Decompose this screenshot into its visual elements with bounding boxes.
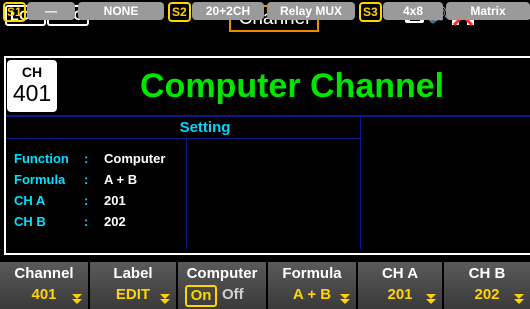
grid-divider: [360, 117, 361, 249]
softkey-formula[interactable]: Formula A + B: [268, 262, 358, 309]
toggle-off-option[interactable]: Off: [222, 286, 244, 304]
slot3-type: 4x8: [383, 2, 443, 20]
channel-number-box: CH 401: [7, 60, 57, 112]
softkey-label: Computer: [186, 265, 258, 282]
setting-sep: :: [84, 193, 89, 208]
toggle-on-option[interactable]: On: [185, 285, 217, 307]
setting-sep: :: [84, 151, 89, 166]
chevron-down-icon: [514, 294, 524, 304]
softkey-label: CH A: [381, 265, 419, 282]
setting-value: 202: [104, 214, 126, 229]
softkey-label: Label: [113, 265, 153, 282]
slot-tag-s3: S3: [359, 2, 382, 22]
setting-value: A + B: [104, 172, 138, 187]
slot2-type: 20+2CH: [192, 2, 264, 20]
setting-sep: :: [84, 172, 89, 187]
chevron-down-icon: [72, 294, 82, 304]
slot-bar: [0, 34, 530, 54]
setting-value: Computer: [104, 151, 166, 166]
slot1-type: —: [27, 2, 75, 20]
slot3-module: Matrix: [446, 2, 530, 20]
softkey-label: Channel: [14, 265, 74, 282]
setting-sep: :: [84, 214, 89, 229]
chevron-down-icon: [340, 294, 350, 304]
grid-divider: [6, 138, 360, 139]
setting-header: Setting: [179, 119, 231, 136]
setting-key: Function: [14, 151, 69, 166]
grid-divider: [186, 138, 187, 249]
setting-key: CH A: [14, 193, 46, 208]
setting-key: CH B: [14, 214, 46, 229]
softkey-ch-a[interactable]: CH A 201: [358, 262, 444, 309]
softkey-channel[interactable]: Channel 401: [0, 262, 90, 309]
chevron-down-icon: [426, 294, 436, 304]
softkey-computer-toggle[interactable]: Computer On Off: [178, 262, 268, 309]
slot2-module: Relay MUX: [267, 2, 355, 20]
channel-title: Computer Channel: [140, 67, 445, 105]
softkey-label-edit[interactable]: Label EDIT: [90, 262, 178, 309]
chevron-down-icon: [160, 294, 170, 304]
channel-label: CH: [21, 64, 43, 80]
softkey-label: Formula: [282, 265, 342, 282]
softkey-label: CH B: [468, 265, 506, 282]
softkey-ch-b[interactable]: CH B 202: [444, 262, 530, 309]
slot-tag-s2: S2: [168, 2, 191, 22]
slot-tag-s1: S1: [3, 2, 26, 22]
slot1-module: NONE: [78, 2, 164, 20]
setting-value: 201: [104, 193, 126, 208]
setting-key: Formula: [14, 172, 66, 187]
channel-number: 401: [12, 80, 52, 106]
